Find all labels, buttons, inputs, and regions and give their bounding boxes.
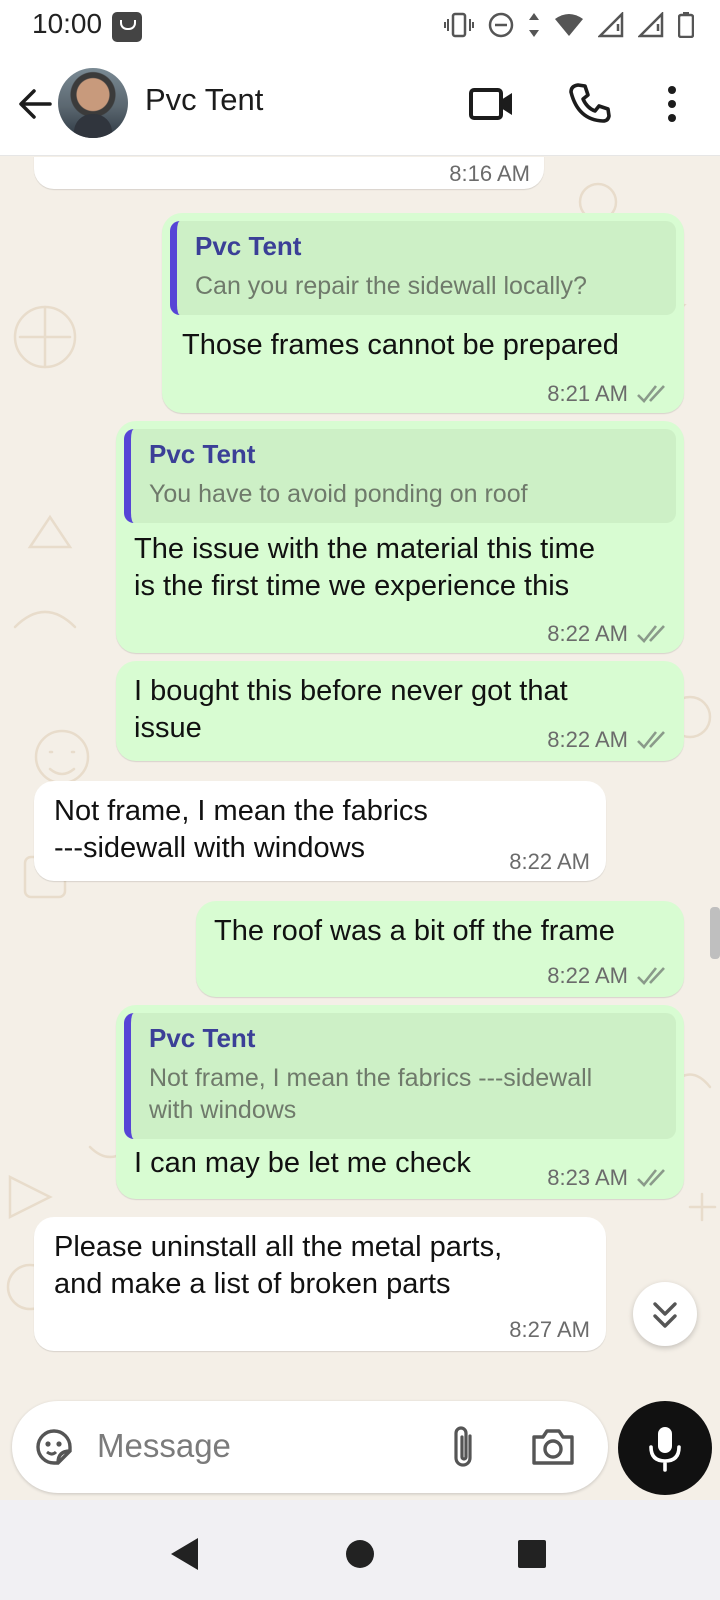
- quoted-reply[interactable]: Pvc Tent You have to avoid ponding on ro…: [124, 429, 676, 523]
- message-text-line-1: The issue with the material this time: [134, 533, 595, 565]
- message-text-line-1: I bought this before never got that: [134, 675, 568, 707]
- message-time-label: 8:21 AM: [547, 381, 628, 406]
- message-text: The roof was a bit off the frame: [214, 915, 615, 947]
- read-ticks-icon: [637, 625, 665, 643]
- message-time-label: 8:22 AM: [547, 621, 628, 646]
- message-bubble-incoming[interactable]: Not frame, I mean the fabrics ---sidewal…: [34, 781, 606, 881]
- wifi-icon: [555, 14, 583, 36]
- system-navigation-bar: [0, 1500, 720, 1600]
- scroll-to-bottom-button[interactable]: [633, 1282, 697, 1346]
- attach-icon[interactable]: [446, 1424, 482, 1470]
- reply-text-line-2: with windows: [149, 1096, 297, 1124]
- message-bubble-outgoing[interactable]: I bought this before never got that issu…: [116, 661, 684, 761]
- quoted-reply[interactable]: Pvc Tent Not frame, I mean the fabrics -…: [124, 1013, 676, 1139]
- message-composer[interactable]: Message: [12, 1401, 608, 1493]
- message-bubble-outgoing[interactable]: Pvc Tent Not frame, I mean the fabrics -…: [116, 1005, 684, 1199]
- message-time: 8:16 AM: [449, 161, 530, 186]
- message-bubble-incoming[interactable]: Please uninstall all the metal parts, an…: [34, 1217, 606, 1351]
- chat-header: Pvc Tent: [0, 52, 720, 156]
- contact-avatar[interactable]: [58, 68, 128, 138]
- nav-recents-icon[interactable]: [512, 1534, 552, 1574]
- status-bar: 10:00: [0, 0, 720, 52]
- reply-author: Pvc Tent: [149, 439, 256, 469]
- message-text: Those frames cannot be prepared: [182, 329, 619, 361]
- sticker-icon[interactable]: [32, 1425, 76, 1469]
- double-chevron-down-icon: [653, 1302, 677, 1328]
- message-text-line-1: Not frame, I mean the fabrics: [54, 795, 428, 827]
- voice-call-icon[interactable]: [566, 80, 614, 128]
- message-time: 8:22 AM: [547, 727, 670, 753]
- video-call-icon[interactable]: [468, 80, 516, 128]
- contact-name[interactable]: Pvc Tent: [145, 82, 263, 118]
- message-text-line-2: and make a list of broken parts: [54, 1268, 451, 1300]
- message-text-line-2: issue: [134, 712, 202, 744]
- battery-icon: [678, 12, 694, 38]
- message-time-label: 8:22 AM: [547, 727, 628, 752]
- signal-icon: [598, 12, 624, 38]
- status-time: 10:00: [32, 8, 103, 39]
- more-options-icon[interactable]: [648, 80, 696, 128]
- notification-bag-icon: [112, 12, 142, 42]
- nav-home-icon[interactable]: [340, 1534, 380, 1574]
- read-ticks-icon: [637, 385, 665, 403]
- system-icons: [444, 12, 694, 38]
- message-time: 8:22 AM: [509, 849, 590, 874]
- reply-text-line-1: Not frame, I mean the fabrics ---sidewal…: [149, 1064, 593, 1092]
- reply-author: Pvc Tent: [195, 231, 302, 261]
- do-not-disturb-icon: [488, 12, 514, 38]
- nav-back-icon[interactable]: [165, 1534, 205, 1574]
- read-ticks-icon: [637, 1169, 665, 1187]
- reply-text: Can you repair the sidewall locally?: [195, 272, 587, 300]
- microphone-icon: [649, 1427, 681, 1472]
- vibrate-icon: [444, 12, 474, 38]
- reply-author: Pvc Tent: [149, 1023, 256, 1053]
- message-input[interactable]: Message: [97, 1427, 231, 1465]
- message-text-line-2: ---sidewall with windows: [54, 832, 366, 864]
- message-bubble-incoming[interactable]: 8:16 AM: [34, 157, 544, 189]
- read-ticks-icon: [637, 967, 665, 985]
- voice-message-button[interactable]: [618, 1401, 712, 1495]
- message-text-line-2: is the first time we experience this: [134, 570, 570, 602]
- data-arrows-icon: [529, 13, 539, 37]
- camera-icon[interactable]: [530, 1425, 576, 1469]
- message-text-line-1: Please uninstall all the metal parts,: [54, 1231, 503, 1263]
- message-bubble-outgoing[interactable]: The roof was a bit off the frame 8:22 AM: [196, 901, 684, 997]
- quoted-reply[interactable]: Pvc Tent Can you repair the sidewall loc…: [170, 221, 676, 315]
- signal-icon-2: [638, 12, 664, 38]
- message-time: 8:23 AM: [547, 1165, 670, 1191]
- message-time: 8:22 AM: [547, 621, 670, 647]
- message-time-label: 8:22 AM: [547, 963, 628, 988]
- message-bubble-outgoing[interactable]: Pvc Tent You have to avoid ponding on ro…: [116, 421, 684, 653]
- message-list[interactable]: 8:16 AM Pvc Tent Can you repair the side…: [0, 157, 720, 1399]
- message-time: 8:22 AM: [547, 963, 670, 989]
- message-time-label: 8:23 AM: [547, 1165, 628, 1190]
- scrollbar-thumb[interactable]: [710, 907, 720, 959]
- read-ticks-icon: [637, 731, 665, 749]
- message-text: I can may be let me check: [134, 1147, 471, 1179]
- back-arrow-icon[interactable]: [16, 82, 56, 126]
- message-bubble-outgoing[interactable]: Pvc Tent Can you repair the sidewall loc…: [162, 213, 684, 413]
- reply-text: You have to avoid ponding on roof: [149, 480, 528, 508]
- message-time: 8:21 AM: [547, 381, 670, 407]
- message-time: 8:27 AM: [509, 1317, 590, 1342]
